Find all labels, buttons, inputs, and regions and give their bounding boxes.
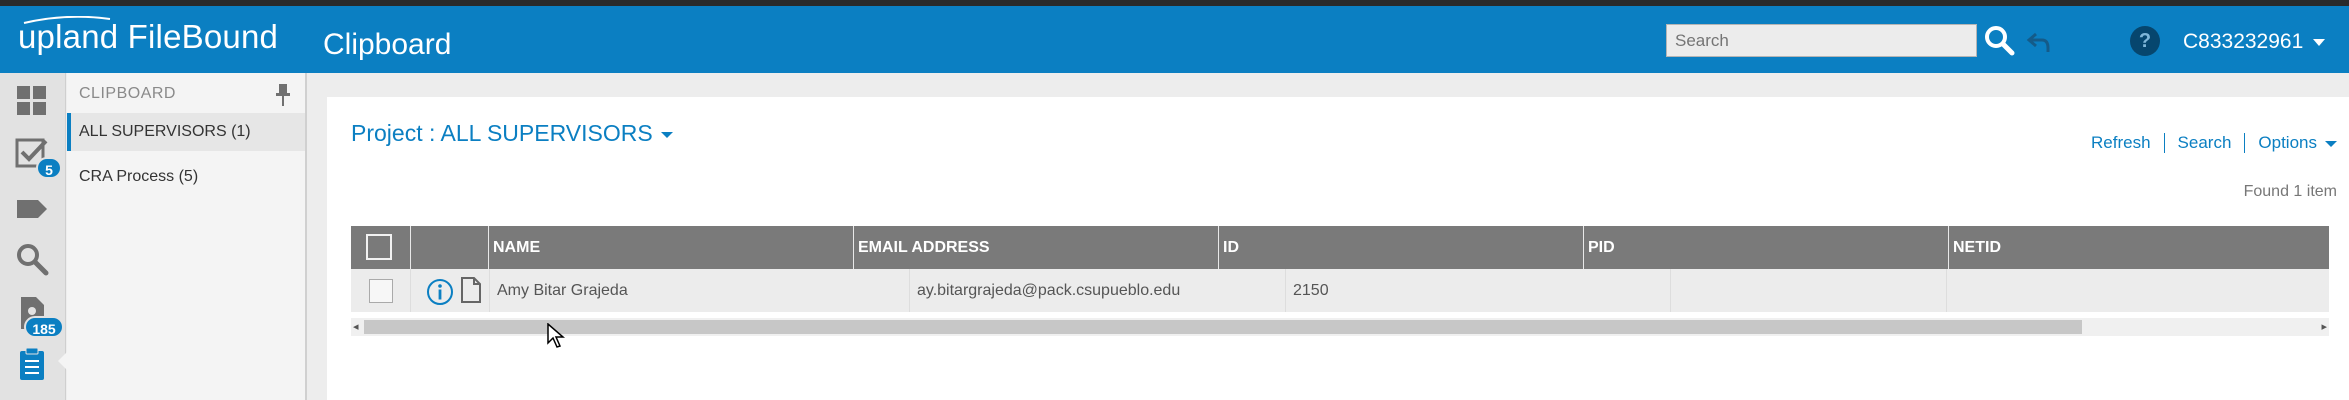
cell-id: 2150 bbox=[1293, 282, 1329, 299]
main-content: Project : ALL SUPERVISORS Refresh Search… bbox=[309, 73, 2349, 400]
tag-icon[interactable] bbox=[14, 191, 50, 227]
help-icon[interactable]: ? bbox=[2130, 26, 2160, 56]
icons-column-header bbox=[411, 226, 489, 269]
column-header-pid[interactable]: PID bbox=[1584, 226, 1949, 269]
caret-down-icon bbox=[2325, 140, 2337, 147]
clipboard-icon[interactable] bbox=[14, 346, 50, 382]
app-header: upland FileBound Clipboard ? C833232961 bbox=[0, 6, 2349, 73]
document-icon[interactable] bbox=[459, 276, 483, 304]
clipboard-card: Project : ALL SUPERVISORS Refresh Search… bbox=[327, 97, 2349, 400]
pin-icon[interactable] bbox=[273, 83, 293, 107]
chevron-down-icon bbox=[2313, 38, 2326, 46]
global-search-input[interactable] bbox=[1666, 24, 1977, 57]
documents-count-badge: 185 bbox=[24, 316, 64, 338]
divider bbox=[2244, 133, 2246, 153]
results-count: Found 1 item bbox=[2243, 183, 2337, 200]
search-icon[interactable] bbox=[1982, 23, 2016, 57]
card-actions: Refresh Search Options bbox=[2091, 133, 2337, 153]
app-logo[interactable]: upland FileBound bbox=[18, 18, 278, 56]
undo-icon[interactable] bbox=[2026, 28, 2054, 56]
panel-heading: CLIPBOARD bbox=[79, 85, 176, 102]
divider bbox=[2163, 133, 2165, 153]
cell-pid bbox=[1678, 269, 1946, 312]
dashboard-icon[interactable] bbox=[14, 83, 50, 119]
results-table: NAME EMAIL ADDRESS ID PID NETID Amy Bita… bbox=[351, 226, 2329, 312]
clipboard-item-cra-process[interactable]: CRA Process (5) bbox=[67, 158, 305, 196]
info-icon[interactable] bbox=[426, 278, 454, 306]
horizontal-scrollbar[interactable]: ◂ ▸ bbox=[351, 318, 2329, 336]
row-checkbox[interactable] bbox=[369, 279, 393, 303]
row-select-cell bbox=[351, 269, 411, 312]
scroll-left-icon[interactable]: ◂ bbox=[353, 320, 359, 333]
column-header-netid[interactable]: NETID bbox=[1949, 226, 2329, 269]
column-divider bbox=[489, 269, 490, 312]
clipboard-item-all-supervisors[interactable]: ALL SUPERVISORS (1) bbox=[67, 113, 305, 151]
select-all-cell bbox=[351, 226, 411, 269]
column-divider bbox=[909, 269, 910, 312]
column-divider bbox=[1670, 269, 1671, 312]
page-title: Clipboard bbox=[323, 28, 452, 61]
project-label: Project : ALL SUPERVISORS bbox=[351, 120, 653, 146]
column-divider bbox=[1946, 269, 1947, 312]
scroll-right-icon[interactable]: ▸ bbox=[2321, 320, 2327, 333]
refresh-link[interactable]: Refresh bbox=[2091, 133, 2151, 153]
cell-name: Amy Bitar Grajeda bbox=[497, 282, 628, 299]
cell-netid bbox=[1954, 269, 2329, 312]
user-menu[interactable]: C833232961 bbox=[2183, 30, 2326, 54]
mouse-cursor-icon bbox=[547, 323, 566, 348]
options-dropdown[interactable]: Options bbox=[2258, 133, 2337, 153]
tasks-count-badge: 5 bbox=[36, 157, 62, 179]
search-link[interactable]: Search bbox=[2178, 133, 2232, 153]
scrollbar-thumb[interactable] bbox=[364, 320, 2082, 334]
left-nav-rail: 5 185 bbox=[0, 73, 69, 400]
clipboard-panel: CLIPBOARD ALL SUPERVISORS (1) CRA Proces… bbox=[67, 73, 307, 400]
column-header-email[interactable]: EMAIL ADDRESS bbox=[854, 226, 1219, 269]
caret-down-icon bbox=[660, 131, 673, 138]
options-label: Options bbox=[2258, 133, 2317, 152]
column-divider bbox=[1285, 269, 1286, 312]
table-header: NAME EMAIL ADDRESS ID PID NETID bbox=[351, 226, 2329, 269]
user-name: C833232961 bbox=[2183, 30, 2304, 53]
search-icon[interactable] bbox=[14, 241, 50, 277]
cell-email: ay.bitargrajeda@pack.csupueblo.edu bbox=[917, 282, 1181, 299]
column-header-name[interactable]: NAME bbox=[489, 226, 854, 269]
select-all-checkbox[interactable] bbox=[366, 234, 392, 260]
table-row[interactable]: Amy Bitar Grajeda ay.bitargrajeda@pack.c… bbox=[351, 269, 2329, 312]
column-header-id[interactable]: ID bbox=[1219, 226, 1584, 269]
project-dropdown[interactable]: Project : ALL SUPERVISORS bbox=[351, 120, 673, 147]
